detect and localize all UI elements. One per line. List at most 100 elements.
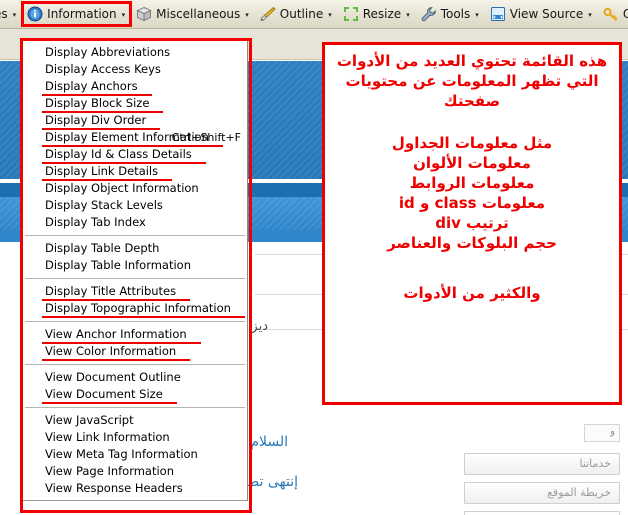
content-link-salam[interactable]: السلام <box>250 434 288 450</box>
menu-item-label: View Meta Tag Information <box>45 447 198 461</box>
menu-item-label: Display Block Size <box>41 96 164 113</box>
menu-item-label: View Document Size <box>42 387 177 404</box>
toolbar-item-resize[interactable]: Resize ▾ <box>339 3 415 25</box>
menu-separator <box>25 278 245 279</box>
menu-item[interactable]: Display Tab Index <box>23 214 247 231</box>
page-button-sitemap[interactable]: خريطة الموقع <box>464 482 620 504</box>
toolbar-item-truncated[interactable]: es ▾ <box>0 3 21 25</box>
menu-item-label: View Link Information <box>45 430 170 444</box>
menu-item[interactable]: Display Object Information <box>23 180 247 197</box>
menu-item-label: Display Tab Index <box>45 215 146 229</box>
menu-item[interactable]: View JavaScript <box>23 412 247 429</box>
menu-item[interactable]: Display Id & Class Details <box>23 146 247 164</box>
toolbar-item-label: View Source <box>509 7 584 21</box>
menu-separator <box>25 321 245 322</box>
menu-item-label: Display Anchors <box>42 79 152 96</box>
toolbar-item-label: Information <box>47 7 117 21</box>
annotation-note-box: هذه القائمة تحتوي العديد من الأدوات التي … <box>322 42 622 405</box>
toolbar-item-label: Outline <box>279 7 324 21</box>
information-dropdown-menu[interactable]: Display Abbreviations Display Access Keys… <box>22 40 248 501</box>
brush-icon <box>260 6 276 22</box>
annotation-line: حجم البلوكات والعناصر <box>387 234 557 252</box>
toolbar-item-label: Resize <box>362 7 402 21</box>
menu-item[interactable]: Display Element Information Ctrl+Shift+F <box>23 129 247 147</box>
toolbar-item-label: es <box>0 7 8 21</box>
menu-item-label: Display Table Depth <box>45 241 160 255</box>
resize-arrows-icon <box>343 6 359 22</box>
menu-item-label: View Anchor Information <box>42 327 201 344</box>
menu-item[interactable]: Display Access Keys <box>23 61 247 78</box>
toolbar-item-view-source[interactable]: View Source ▾ <box>486 3 597 25</box>
chevron-down-icon[interactable]: ▾ <box>245 11 249 19</box>
toolbar-item-options[interactable]: Options▾ <box>599 3 628 25</box>
toolbar-item-label: Tools <box>440 7 471 21</box>
menu-item-label: Display Topographic Information <box>42 301 245 318</box>
menu-item[interactable]: View Document Size <box>23 386 247 404</box>
menu-item[interactable]: Display Abbreviations <box>23 44 247 61</box>
toolbar-item-outline[interactable]: Outline ▾ <box>256 3 337 25</box>
page-button-english[interactable]: English <box>464 511 620 515</box>
annotation-line: معلومات الروابط <box>409 174 535 192</box>
menu-item[interactable]: View Link Information <box>23 429 247 446</box>
menu-item[interactable]: Display Div Order <box>23 112 247 130</box>
menu-item[interactable]: Display Topographic Information <box>23 300 247 318</box>
menu-item[interactable]: View Document Outline <box>23 369 247 386</box>
menu-item-label: Display Id & Class Details <box>42 147 206 164</box>
annotation-line: معلومات class و id <box>398 194 546 212</box>
source-page-icon <box>490 6 506 22</box>
menu-item[interactable]: Display Anchors <box>23 78 247 96</box>
chevron-down-icon[interactable]: ▾ <box>328 11 332 19</box>
key-icon <box>603 6 619 22</box>
annotation-spacer <box>333 253 611 283</box>
toolbar-item-miscellaneous[interactable]: Miscellaneous ▾ <box>132 3 254 25</box>
web-developer-toolbar[interactable]: es▾Information▾Miscellaneous▾Outline▾Res… <box>0 0 628 29</box>
menu-item-label: Display Stack Levels <box>45 198 163 212</box>
menu-item[interactable]: View Color Information <box>23 343 247 361</box>
chevron-down-icon[interactable]: ▾ <box>588 11 592 19</box>
menu-item[interactable]: Display Table Information <box>23 257 247 274</box>
menu-item[interactable]: View Anchor Information <box>23 326 247 344</box>
menu-item[interactable]: View Response Headers <box>23 480 247 497</box>
menu-separator <box>25 235 245 236</box>
toolbar-item-label: Miscellaneous <box>156 7 241 21</box>
page-button-services[interactable]: خدماتنا <box>464 453 620 475</box>
menu-item-label: View JavaScript <box>45 413 134 427</box>
menu-item-label: View Page Information <box>45 464 175 478</box>
menu-item[interactable]: View Meta Tag Information <box>23 446 247 463</box>
screenshot-root: المصادر ا ديزاين السلام إنتهى تطوير و خد… <box>0 0 628 515</box>
chevron-down-icon[interactable]: ▾ <box>406 11 410 19</box>
chevron-down-icon[interactable]: ▾ <box>475 11 479 19</box>
annotation-line: صفحتك <box>443 92 501 110</box>
menu-item[interactable]: Display Link Details <box>23 163 247 181</box>
box-icon <box>136 6 152 22</box>
toolbar-item-label: Options <box>622 7 628 21</box>
menu-item[interactable]: Display Title Attributes <box>23 283 247 301</box>
toolbar-item-tools[interactable]: Tools ▾ <box>417 3 484 25</box>
chevron-down-icon[interactable]: ▾ <box>13 11 17 19</box>
menu-separator <box>25 364 245 365</box>
menu-item-label: View Document Outline <box>45 370 181 384</box>
annotation-line: ترتيب div <box>435 214 509 232</box>
chevron-down-icon[interactable]: ▾ <box>122 11 126 19</box>
menu-item-label: Display Abbreviations <box>45 45 171 59</box>
menu-separator <box>25 407 245 408</box>
menu-item[interactable]: Display Block Size <box>23 95 247 113</box>
menu-item-label: Display Div Order <box>41 113 161 130</box>
annotation-line: هذه القائمة تحتوي العديد من الأدوات <box>336 52 608 70</box>
annotation-line: معلومات الألوان <box>413 154 531 172</box>
annotation-line: والكثير من الأدوات <box>403 284 541 302</box>
menu-item[interactable]: View Page Information <box>23 463 247 480</box>
menu-item-label: Display Link Details <box>41 164 173 181</box>
menu-item-label: View Response Headers <box>45 481 183 495</box>
menu-item-shortcut: Ctrl+Shift+F <box>171 131 241 144</box>
toolbar-item-information[interactable]: Information ▾ <box>21 1 133 27</box>
menu-item-label: Display Title Attributes <box>41 284 191 301</box>
page-small-box[interactable]: و <box>584 424 620 442</box>
wrench-icon <box>421 6 437 22</box>
menu-item-label: Display Object Information <box>45 181 199 195</box>
menu-item[interactable]: Display Table Depth <box>23 240 247 257</box>
menu-item-label: Display Table Information <box>45 258 192 272</box>
annotation-spacer <box>333 111 611 133</box>
menu-item-label: Display Access Keys <box>45 62 161 76</box>
menu-item[interactable]: Display Stack Levels <box>23 197 247 214</box>
